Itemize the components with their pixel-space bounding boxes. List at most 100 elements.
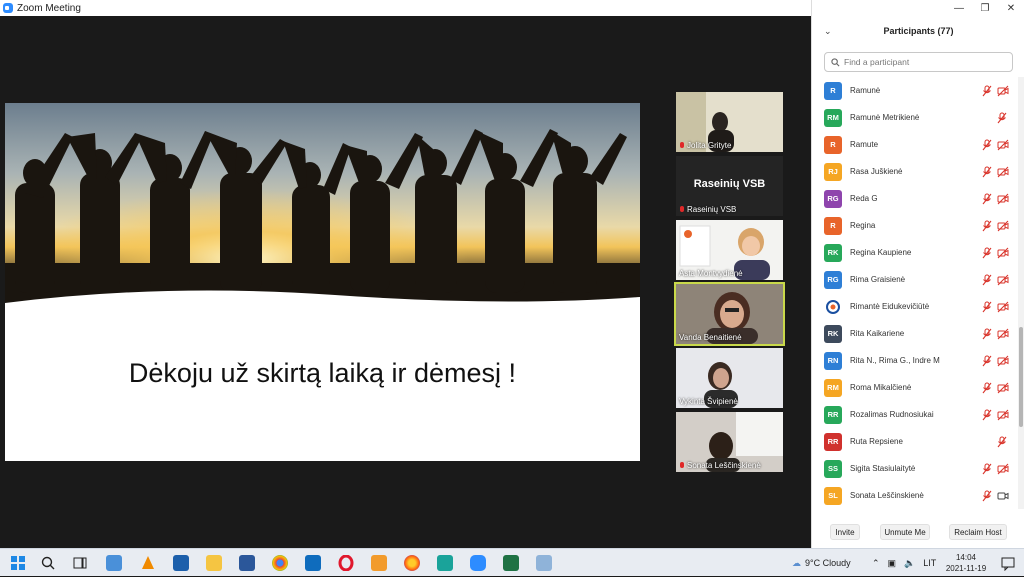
zoom-icon[interactable]	[470, 555, 486, 571]
participant-row[interactable]: SS Sigita Stasiulaitytė	[812, 455, 1018, 482]
file-explorer-icon[interactable]	[206, 555, 222, 571]
video-on-icon[interactable]	[997, 490, 1009, 502]
vlc-icon[interactable]	[140, 555, 156, 571]
maximize-button[interactable]: ❐	[972, 0, 998, 16]
participant-row[interactable]: Rimantė Eidukevičiūtė	[812, 293, 1018, 320]
participant-name: Regina Kaupiene	[850, 248, 912, 257]
participant-row[interactable]: RM Ramunė Metrikienė	[812, 104, 1018, 131]
video-tile-name: Raseinių VSB	[679, 205, 736, 214]
video-off-icon[interactable]	[997, 85, 1009, 97]
slide-caption: Dėkoju už skirtą laiką ir dėmesį !	[128, 358, 517, 388]
word-icon[interactable]	[239, 555, 255, 571]
scrollbar-thumb[interactable]	[1019, 327, 1023, 427]
video-tile[interactable]: Vykinta Švipienė	[676, 348, 783, 408]
participant-row[interactable]: R Regina	[812, 212, 1018, 239]
muted-mic-icon[interactable]	[982, 139, 992, 151]
participant-name: Rasa Juškienė	[850, 167, 903, 176]
chevron-up-icon[interactable]: ⌃	[872, 558, 880, 569]
video-off-icon[interactable]	[997, 382, 1009, 394]
video-off-icon[interactable]	[997, 328, 1009, 340]
video-off-icon[interactable]	[997, 220, 1009, 232]
participant-row[interactable]: RK Rita Kaikariene	[812, 320, 1018, 347]
chevron-down-icon[interactable]: ⌄	[824, 26, 832, 37]
store-icon[interactable]	[173, 555, 189, 571]
muted-mic-icon[interactable]	[982, 463, 992, 475]
clock[interactable]: 14:04 2021-11-19	[940, 552, 992, 574]
weather-widget[interactable]: ☁ 9°C Cloudy	[792, 549, 851, 577]
language-indicator[interactable]: LIT	[923, 558, 936, 568]
search-input[interactable]	[844, 57, 1004, 67]
close-button[interactable]: ✕	[998, 0, 1024, 16]
participant-row[interactable]: RG Rima Graisienė	[812, 266, 1018, 293]
volume-icon[interactable]: 🔈	[904, 558, 915, 569]
excel-icon[interactable]	[503, 555, 519, 571]
participant-row[interactable]: R Ramunė	[812, 77, 1018, 104]
window-title: Zoom Meeting	[17, 2, 81, 14]
video-off-icon[interactable]	[997, 355, 1009, 367]
app-icon[interactable]	[371, 555, 387, 571]
video-off-icon[interactable]	[997, 301, 1009, 313]
muted-mic-icon[interactable]	[997, 112, 1007, 124]
video-off-icon[interactable]	[997, 166, 1009, 178]
muted-mic-icon[interactable]	[982, 85, 992, 97]
video-off-icon[interactable]	[997, 247, 1009, 259]
muted-mic-icon[interactable]	[982, 301, 992, 313]
video-off-icon[interactable]	[997, 193, 1009, 205]
participant-search[interactable]	[824, 52, 1013, 72]
minimize-button[interactable]: —	[946, 0, 972, 16]
muted-mic-icon[interactable]	[982, 274, 992, 286]
participant-row[interactable]: RK Regina Kaupiene	[812, 239, 1018, 266]
muted-mic-icon[interactable]	[982, 220, 992, 232]
firefox-icon[interactable]	[404, 555, 420, 571]
chrome-icon[interactable]	[272, 555, 288, 571]
avatar	[824, 297, 842, 316]
paint-app-icon[interactable]	[106, 555, 122, 571]
video-tile[interactable]: Raseinių VSB Raseinių VSB	[676, 156, 783, 216]
unmute-me-button[interactable]: Unmute Me	[880, 524, 930, 540]
video-tile[interactable]: Asta Montvydienė	[676, 220, 783, 280]
muted-mic-icon[interactable]	[982, 355, 992, 367]
participant-list: R Ramunė RM Ramunė Metrikienė R Ramute RJ Rasa …	[812, 77, 1018, 509]
task-view-icon[interactable]	[72, 555, 88, 571]
participant-row[interactable]: RG Reda G	[812, 185, 1018, 212]
app-icon[interactable]	[437, 555, 453, 571]
search-icon[interactable]	[40, 555, 56, 571]
participant-row[interactable]: RJ Rasa Juškienė	[812, 158, 1018, 185]
reclaim-host-button[interactable]: Reclaim Host	[949, 524, 1007, 540]
search-icon	[831, 57, 840, 66]
video-off-icon[interactable]	[997, 463, 1009, 475]
video-off-icon[interactable]	[997, 139, 1009, 151]
invite-button[interactable]: Invite	[830, 524, 860, 540]
participant-row[interactable]: RN Rita N., Rima G., Indre M	[812, 347, 1018, 374]
muted-mic-icon[interactable]	[982, 328, 992, 340]
video-tile-name: Jolita Grityte	[679, 141, 731, 150]
muted-mic-icon[interactable]	[982, 382, 992, 394]
video-off-icon[interactable]	[997, 409, 1009, 421]
muted-mic-icon[interactable]	[982, 247, 992, 259]
muted-mic-icon[interactable]	[982, 409, 992, 421]
participant-row[interactable]: RR Rozalimas Rudnosiukai	[812, 401, 1018, 428]
participant-list-scrollbar[interactable]	[1018, 77, 1024, 509]
windows-start-icon[interactable]	[10, 555, 26, 571]
muted-mic-icon[interactable]	[997, 436, 1007, 448]
video-tile[interactable]: Jolita Grityte	[676, 92, 783, 152]
video-tile-active-speaker[interactable]: Vanda Benaitienė	[674, 282, 785, 346]
video-tile[interactable]: Sonata Leščinskienė	[676, 412, 783, 472]
participant-row[interactable]: RR Ruta Repsiene	[812, 428, 1018, 455]
app-tray-icon[interactable]: ▣	[888, 558, 897, 569]
video-tile-label: Raseinių VSB	[693, 178, 766, 190]
shared-screen-slide: Dėkoju už skirtą laiką ir dėmesį !	[5, 103, 640, 461]
notification-icon[interactable]	[1000, 555, 1016, 571]
paint-brush-icon[interactable]	[536, 555, 552, 571]
muted-mic-icon[interactable]	[982, 193, 992, 205]
muted-mic-icon[interactable]	[982, 490, 992, 502]
muted-mic-icon[interactable]	[982, 166, 992, 178]
opera-icon[interactable]	[338, 555, 354, 571]
muted-mic-icon	[679, 461, 685, 470]
participant-row[interactable]: RM Roma Mikalčienė	[812, 374, 1018, 401]
outlook-icon[interactable]	[305, 555, 321, 571]
slide-photo	[5, 103, 640, 303]
participant-row[interactable]: SL Sonata Leščinskienė	[812, 482, 1018, 509]
video-off-icon[interactable]	[997, 274, 1009, 286]
participant-row[interactable]: R Ramute	[812, 131, 1018, 158]
